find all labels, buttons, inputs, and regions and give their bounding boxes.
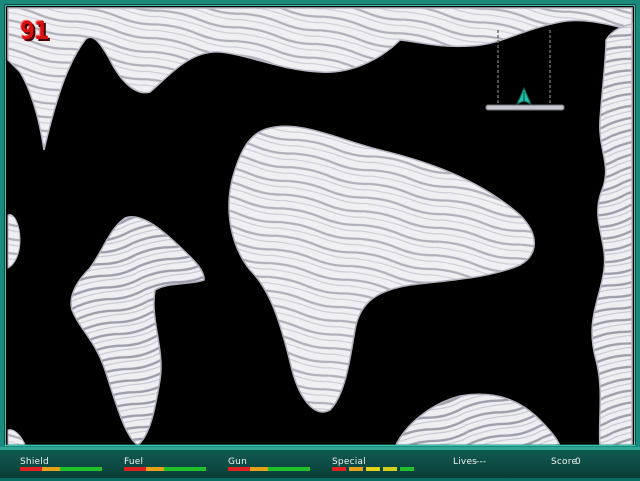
- special-label: Special: [332, 457, 366, 467]
- gun-meter: [228, 467, 310, 471]
- score-label: Score: [551, 457, 578, 467]
- lives-value: ---: [476, 457, 487, 467]
- status-bar: Shield Fuel Gun Special Lives --- Score …: [0, 447, 640, 481]
- fuel-label: Fuel: [124, 457, 144, 467]
- cave-playfield: [0, 0, 640, 447]
- fuel-meter: [124, 467, 206, 471]
- score-value: 0: [575, 457, 581, 467]
- shield-meter: [20, 467, 102, 471]
- game-window: 91 Shield Fuel Gun Special Lives --- Sco…: [0, 0, 640, 481]
- gun-label: Gun: [228, 457, 247, 467]
- shield-label: Shield: [20, 457, 49, 467]
- lives-label: Lives: [453, 457, 478, 467]
- timer-counter: 91: [20, 16, 49, 45]
